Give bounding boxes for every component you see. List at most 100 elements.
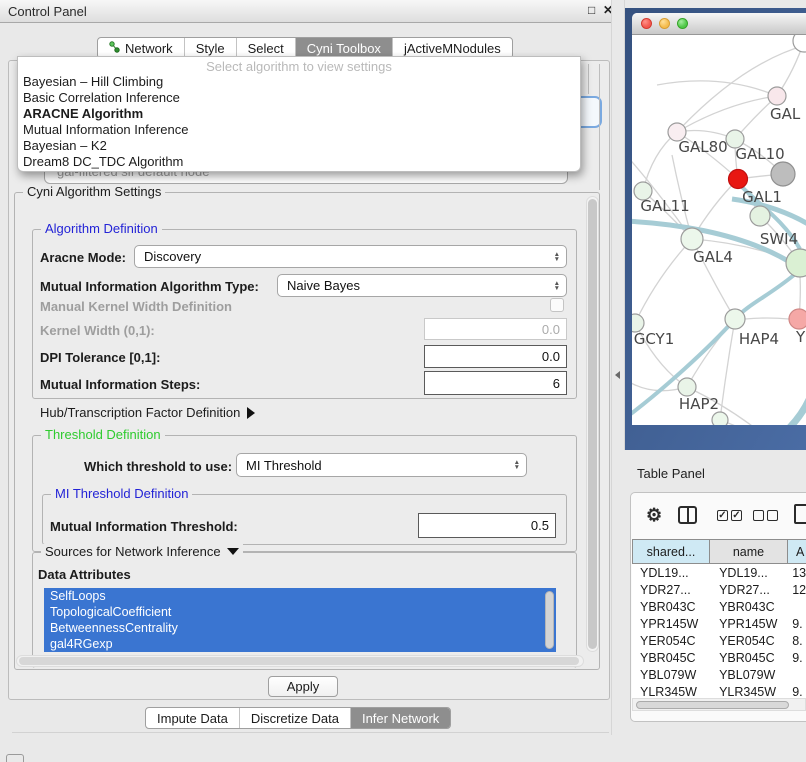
- tab-network[interactable]: Network: [98, 38, 185, 58]
- network-canvas[interactable]: GALGAL80GAL10GAL1GAL11GAL4SWI4GCY1HAP4YH…: [632, 35, 806, 425]
- table-hscrollbar-thumb[interactable]: [636, 701, 789, 709]
- network-node[interactable]: [768, 87, 786, 105]
- tab-style[interactable]: Style: [185, 38, 237, 58]
- table-row[interactable]: YBR045CYBR045C9.: [632, 649, 806, 666]
- table-row[interactable]: YBL079WYBL079W: [632, 666, 806, 683]
- column-header-name[interactable]: name: [710, 539, 788, 564]
- table-cell[interactable]: YBR045C: [709, 651, 786, 665]
- table-cell[interactable]: 9.: [786, 617, 806, 631]
- split-columns-icon[interactable]: [678, 506, 697, 524]
- manual-kernel-checkbox[interactable]: [550, 298, 564, 312]
- hub-definition-expander[interactable]: Hub/Transcription Factor Definition: [40, 405, 255, 420]
- network-node[interactable]: [786, 249, 806, 277]
- deselect-all-columns-icon[interactable]: [767, 510, 778, 521]
- table-row[interactable]: YPR145WYPR145W9.: [632, 615, 806, 632]
- mi-threshold-field[interactable]: 0.5: [418, 513, 556, 538]
- table-cell[interactable]: YLR345W: [709, 685, 786, 699]
- apply-button[interactable]: Apply: [268, 676, 338, 697]
- dropdown-item-mutual-information[interactable]: Mutual Information Inference: [18, 122, 580, 138]
- dropdown-item-aracne[interactable]: ARACNE Algorithm: [18, 106, 580, 122]
- dropdown-item-bayesian-hill-climbing[interactable]: Bayesian – Hill Climbing: [18, 74, 580, 90]
- table-cell[interactable]: 9.: [786, 651, 806, 665]
- network-edge[interactable]: [742, 387, 806, 425]
- attributes-scrollbar-thumb[interactable]: [545, 591, 554, 649]
- dropdown-item-basic-correlation[interactable]: Basic Correlation Inference: [18, 90, 580, 106]
- table-row[interactable]: YLR345WYLR345W9.: [632, 683, 806, 698]
- network-edge[interactable]: [720, 420, 797, 425]
- table-cell[interactable]: 13: [786, 566, 806, 580]
- table-cell[interactable]: YBR043C: [709, 600, 786, 614]
- table-cell[interactable]: YDL19...: [709, 566, 786, 580]
- close-traffic-light[interactable]: [641, 18, 652, 29]
- tab-select[interactable]: Select: [237, 38, 296, 58]
- network-node[interactable]: [712, 412, 728, 425]
- table-cell[interactable]: YPR145W: [709, 617, 786, 631]
- network-edge[interactable]: [635, 239, 692, 323]
- table-cell[interactable]: 12: [786, 583, 806, 597]
- table-cell[interactable]: YDR27...: [709, 583, 786, 597]
- kernel-width-field[interactable]: 0.0: [424, 318, 567, 340]
- table-cell[interactable]: YBL079W: [632, 668, 709, 682]
- column-header-shared-name[interactable]: shared...: [632, 539, 710, 564]
- table-cell[interactable]: YER054C: [709, 634, 786, 648]
- float-window-icon[interactable]: □: [588, 3, 595, 17]
- settings-scrollbar-thumb[interactable]: [588, 199, 597, 649]
- network-edge[interactable]: [643, 132, 677, 191]
- column-header-partial[interactable]: A: [788, 539, 806, 564]
- network-node[interactable]: [789, 309, 806, 329]
- table-cell[interactable]: YBL079W: [709, 668, 786, 682]
- table-row[interactable]: YDL19...YDL19...13: [632, 564, 806, 581]
- select-all-columns-icon[interactable]: ✓: [731, 510, 742, 521]
- network-node[interactable]: [729, 170, 748, 189]
- table-cell[interactable]: YER054C: [632, 634, 709, 648]
- network-node[interactable]: [725, 309, 745, 329]
- deselect-all-columns-icon[interactable]: [753, 510, 764, 521]
- table-row[interactable]: YBR043CYBR043C: [632, 598, 806, 615]
- sources-expander[interactable]: Sources for Network Inference: [41, 544, 243, 559]
- list-item-selfloops[interactable]: SelfLoops: [44, 588, 556, 604]
- table-row[interactable]: YER054CYER054C8.: [632, 632, 806, 649]
- tab-impute-data[interactable]: Impute Data: [146, 708, 240, 728]
- table-cell[interactable]: 8.: [786, 634, 806, 648]
- dropdown-item-dream8[interactable]: Dream8 DC_TDC Algorithm: [18, 154, 580, 170]
- table-cell[interactable]: YDR27...: [632, 583, 709, 597]
- tab-jactivemnodules[interactable]: jActiveMNodules: [393, 38, 512, 58]
- settings-scrollbar-track[interactable]: [586, 196, 599, 652]
- mi-type-combo[interactable]: Naive Bayes ▲▼: [277, 274, 567, 297]
- table-cell[interactable]: YLR345W: [632, 685, 709, 699]
- gear-icon[interactable]: ⚙: [646, 505, 662, 526]
- list-item-gal4rgexp[interactable]: gal4RGexp: [44, 636, 556, 652]
- aracne-mode-combo[interactable]: Discovery ▲▼: [134, 245, 567, 268]
- dpi-tolerance-field[interactable]: 0.0: [424, 345, 567, 368]
- dropdown-item-bayesian-k2[interactable]: Bayesian – K2: [18, 138, 580, 154]
- table-cell[interactable]: YBR043C: [632, 600, 709, 614]
- export-table-icon[interactable]: [794, 504, 806, 524]
- minimize-traffic-light[interactable]: [659, 18, 670, 29]
- collapse-panel-arrow-icon[interactable]: [615, 371, 620, 379]
- table-cell[interactable]: YPR145W: [632, 617, 709, 631]
- list-item-betweennesscentrality[interactable]: BetweennessCentrality: [44, 620, 556, 636]
- which-threshold-combo[interactable]: MI Threshold ▲▼: [236, 453, 527, 477]
- table-cell[interactable]: YDL19...: [632, 566, 709, 580]
- tab-infer-network[interactable]: Infer Network: [351, 708, 450, 728]
- settings-hscrollbar-thumb[interactable]: [19, 657, 579, 665]
- network-edge[interactable]: [677, 96, 777, 132]
- settings-hscrollbar-track[interactable]: [16, 655, 584, 667]
- tab-discretize-data[interactable]: Discretize Data: [240, 708, 351, 728]
- network-node[interactable]: [750, 206, 770, 226]
- list-item-topologicalcoefficient[interactable]: TopologicalCoefficient: [44, 604, 556, 620]
- table-cell[interactable]: 9.: [786, 685, 806, 699]
- network-node[interactable]: [793, 35, 806, 52]
- minimized-panel-icon[interactable]: [6, 754, 24, 762]
- table-hscrollbar-track[interactable]: [632, 698, 806, 711]
- network-node[interactable]: [678, 378, 696, 396]
- network-node[interactable]: [681, 228, 703, 250]
- network-edge[interactable]: [745, 318, 789, 319]
- network-window-titlebar[interactable]: [632, 13, 806, 35]
- network-node[interactable]: [771, 162, 795, 186]
- mi-steps-field[interactable]: 6: [424, 371, 567, 395]
- tab-cyni-toolbox[interactable]: Cyni Toolbox: [296, 38, 393, 58]
- table-cell[interactable]: YBR045C: [632, 651, 709, 665]
- network-edge[interactable]: [735, 275, 794, 319]
- maximize-traffic-light[interactable]: [677, 18, 688, 29]
